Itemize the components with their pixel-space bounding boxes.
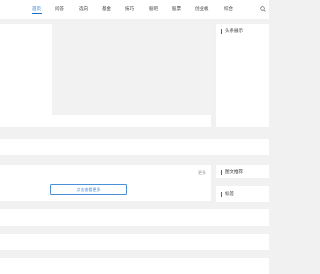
sidebar-recommend-panel: 图文推荐 bbox=[216, 165, 269, 178]
top-nav: 首页 问答 选向 基金 技巧 股吧 股票 创业板 综合 bbox=[0, 0, 269, 19]
nav-item-qa[interactable]: 问答 bbox=[55, 6, 64, 12]
banner-slider[interactable] bbox=[52, 24, 211, 115]
sidebar-headline-panel: 头条展示 bbox=[216, 24, 269, 127]
nav-item-tips[interactable]: 技巧 bbox=[125, 6, 134, 12]
nav-item-gem[interactable]: 创业板 bbox=[195, 6, 209, 12]
content-strip-1 bbox=[0, 139, 269, 155]
nav-item-stocks[interactable]: 股票 bbox=[172, 6, 181, 12]
search-icon[interactable] bbox=[260, 6, 266, 12]
content-strip-2 bbox=[0, 209, 269, 226]
content-strip-3 bbox=[0, 234, 269, 250]
content-strip-4 bbox=[0, 258, 269, 274]
top-content-panel bbox=[0, 24, 211, 127]
nav-item-home[interactable]: 首页 bbox=[32, 6, 41, 12]
nav-item-forum[interactable]: 股吧 bbox=[149, 6, 158, 12]
nav-item-fund[interactable]: 基金 bbox=[102, 6, 111, 12]
nav-item-direction[interactable]: 选向 bbox=[79, 6, 88, 12]
sidebar-recommend-title: 图文推荐 bbox=[221, 169, 243, 175]
nav-active-underline bbox=[32, 13, 42, 14]
nav-item-general[interactable]: 综合 bbox=[224, 6, 233, 12]
load-more-button[interactable]: 点击查看更多 bbox=[50, 184, 127, 195]
sidebar-tags-panel: 标签 bbox=[216, 186, 269, 202]
article-list-panel: 更多 bbox=[0, 165, 211, 201]
page: 首页 问答 选向 基金 技巧 股吧 股票 创业板 综合 头条展示 更多 点击查看… bbox=[0, 0, 269, 274]
sidebar-tags-title: 标签 bbox=[221, 191, 234, 197]
more-link[interactable]: 更多 bbox=[198, 170, 206, 175]
sidebar-headline-title: 头条展示 bbox=[221, 28, 243, 34]
